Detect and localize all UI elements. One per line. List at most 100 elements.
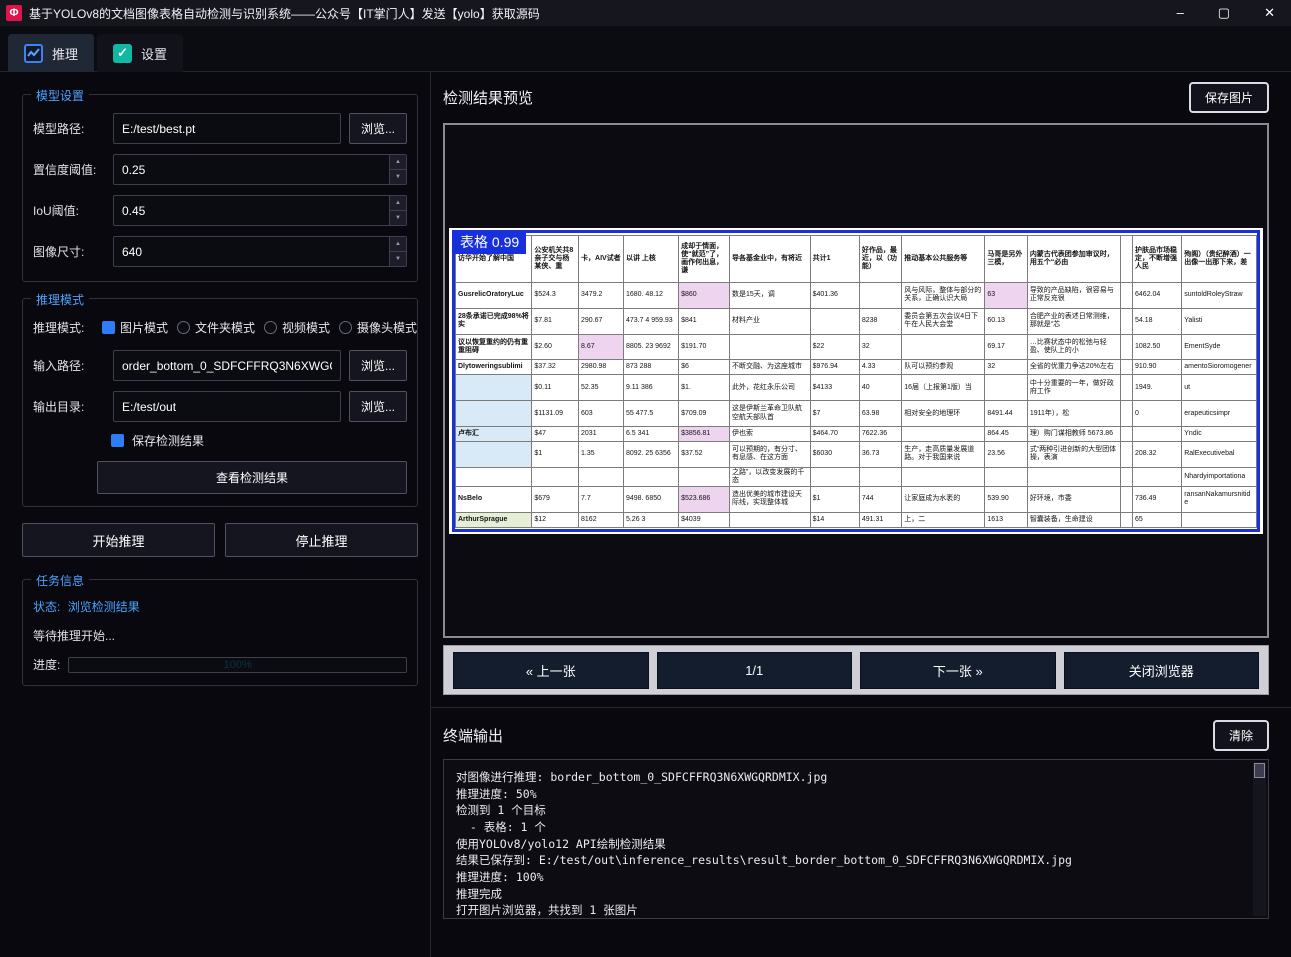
table-cell: 23.56 [984, 440, 1028, 468]
scrollbar-thumb[interactable] [1254, 763, 1265, 778]
table-cell: 不断交融、为这座城市 [729, 359, 811, 376]
start-inference-button[interactable]: 开始推理 [22, 523, 215, 557]
clear-terminal-button[interactable]: 清除 [1212, 720, 1269, 751]
table-cell: $1 [809, 485, 860, 513]
checkbox-checked-icon[interactable] [102, 321, 115, 334]
table-cell: $37.32 [531, 359, 580, 376]
table-cell: 1.35 [578, 440, 624, 468]
table-cell: ArthurSprague [454, 511, 533, 528]
table-cell: 造出优美的城市建设天际线，实现整体城 [729, 485, 811, 513]
table-cell: ransanNakamursnitide [1181, 485, 1257, 513]
view-results-button[interactable]: 查看检测结果 [97, 461, 407, 494]
output-dir-input[interactable] [113, 391, 341, 422]
spin-up-icon[interactable]: ▲ [389, 237, 406, 252]
table-cell: 7.7 [578, 485, 624, 513]
table-cell [1181, 511, 1257, 528]
iou-spinner[interactable]: ▲ ▼ [389, 196, 406, 225]
table-cell: $679 [531, 485, 580, 513]
table-cell: 风与风际，整体与部分的关系，正确认识大局 [901, 282, 986, 309]
table-cell: 473.7 4 959.93 [622, 307, 680, 335]
spin-down-icon[interactable]: ▼ [389, 211, 406, 225]
tab-inference[interactable]: 推理 [8, 34, 95, 72]
table-cell: 这是伊斯兰革命卫队航空航天部队首 [729, 400, 811, 427]
table-cell [901, 425, 986, 442]
radio-icon[interactable] [264, 321, 278, 334]
table-header-cell: 卡，AIV试者 [578, 234, 624, 284]
mode-label: 推理模式: [33, 321, 85, 335]
spin-down-icon[interactable]: ▼ [389, 252, 406, 266]
confidence-spinner[interactable]: ▲ ▼ [389, 155, 406, 184]
checkbox-checked-icon[interactable] [111, 434, 124, 447]
close-browser-button[interactable]: 关闭浏览器 [1063, 651, 1259, 689]
tab-settings[interactable]: ✓ 设置 [97, 34, 184, 72]
table-cell: 智囊装备，生命建设 [1026, 511, 1122, 528]
table-cell [809, 307, 860, 335]
table-cell: 8092. 25 6356 [622, 440, 680, 468]
model-path-browse-button[interactable]: 浏览... [349, 113, 407, 144]
input-path-browse-button[interactable]: 浏览... [349, 350, 407, 381]
terminal-title: 终端输出 [443, 728, 504, 745]
save-results-checkbox[interactable]: 保存检测结果 [111, 432, 407, 449]
next-image-button[interactable]: 下一张 » [860, 651, 1056, 689]
output-dir-label: 输出目录: [33, 400, 85, 414]
terminal-panel: 对图像进行推理: border_bottom_0_SDFCFFRQ3N6XWGQ… [443, 759, 1269, 919]
table-cell: 1949. [1132, 374, 1183, 402]
mode-camera[interactable]: 摄像头模式 [339, 319, 417, 336]
input-path-input[interactable] [113, 350, 341, 381]
iou-input[interactable] [113, 195, 407, 226]
radio-icon[interactable] [177, 321, 191, 334]
model-path-label: 模型路径: [33, 122, 85, 136]
mode-folder[interactable]: 文件夹模式 [177, 319, 255, 336]
table-cell: $7.81 [531, 307, 580, 335]
task-info-group: 任务信息 状态: 浏览检测结果 等待推理开始... 进度: 100% [22, 572, 418, 686]
document-table-wrap: 访华开始了解中国 公安机关共8 亲子交与杨某侠、重 卡，AIV试者 以讲 上核 成却于情… [454, 234, 1257, 528]
mode-camera-label: 摄像头模式 [357, 321, 418, 335]
table-cell: 32 [984, 359, 1028, 376]
table-cell: 1680. 48.12 [622, 282, 680, 309]
table-cell: 1911年），松 [1026, 400, 1122, 427]
detection-label: 表格 0.99 [453, 230, 527, 254]
table-cell: suntoldRoleyStraw [1181, 282, 1257, 309]
status-label: 状态: [33, 600, 61, 614]
table-cell [578, 466, 624, 487]
table-cell: $6 [678, 359, 731, 376]
table-cell: 52.35 [578, 374, 624, 402]
table-cell [1120, 466, 1134, 487]
image-size-spinner[interactable]: ▲ ▼ [389, 237, 406, 266]
input-path-label: 输入路径: [33, 359, 85, 373]
table-cell: 相对安全的地理环 [901, 400, 986, 427]
spin-up-icon[interactable]: ▲ [389, 196, 406, 211]
mode-image[interactable]: 图片模式 [102, 319, 168, 336]
spin-up-icon[interactable]: ▲ [389, 155, 406, 170]
spin-down-icon[interactable]: ▼ [389, 170, 406, 184]
table-cell [901, 466, 986, 487]
terminal-scrollbar[interactable] [1253, 762, 1266, 916]
table-cell: 63.98 [858, 400, 903, 427]
mode-video[interactable]: 视频模式 [264, 319, 330, 336]
table-cell: $7 [809, 400, 860, 427]
stop-inference-button[interactable]: 停止推理 [225, 523, 418, 557]
image-size-input[interactable] [113, 236, 407, 267]
table-cell [1120, 307, 1134, 335]
model-path-input[interactable] [113, 113, 341, 144]
table-cell [901, 333, 986, 361]
confidence-input[interactable] [113, 154, 407, 185]
table-cell: $191.70 [678, 333, 731, 361]
image-browser-nav: « 上一张 1/1 下一张 » 关闭浏览器 [443, 645, 1269, 695]
model-settings-title: 模型设置 [31, 87, 90, 104]
table-header-cell: 内蒙古代表团参加审议时，用五个“必由 [1026, 234, 1122, 284]
minimize-button[interactable]: – [1177, 5, 1184, 21]
save-image-button[interactable]: 保存图片 [1188, 82, 1269, 113]
output-dir-browse-button[interactable]: 浏览... [349, 391, 407, 422]
table-cell [984, 466, 1028, 487]
table-cell: 1613 [984, 511, 1028, 528]
table-cell: 队可以预约参观 [901, 359, 986, 376]
maximize-button[interactable]: ▢ [1218, 5, 1230, 21]
table-cell: 2031 [578, 425, 624, 442]
table-cell: 8.67 [578, 333, 624, 361]
close-button[interactable]: ✕ [1264, 5, 1275, 21]
table-cell: 2980.98 [578, 359, 624, 376]
terminal-text: 对图像进行推理: border_bottom_0_SDFCFFRQ3N6XWGQ… [456, 770, 1072, 918]
radio-icon[interactable] [339, 321, 353, 334]
prev-image-button[interactable]: « 上一张 [453, 651, 649, 689]
